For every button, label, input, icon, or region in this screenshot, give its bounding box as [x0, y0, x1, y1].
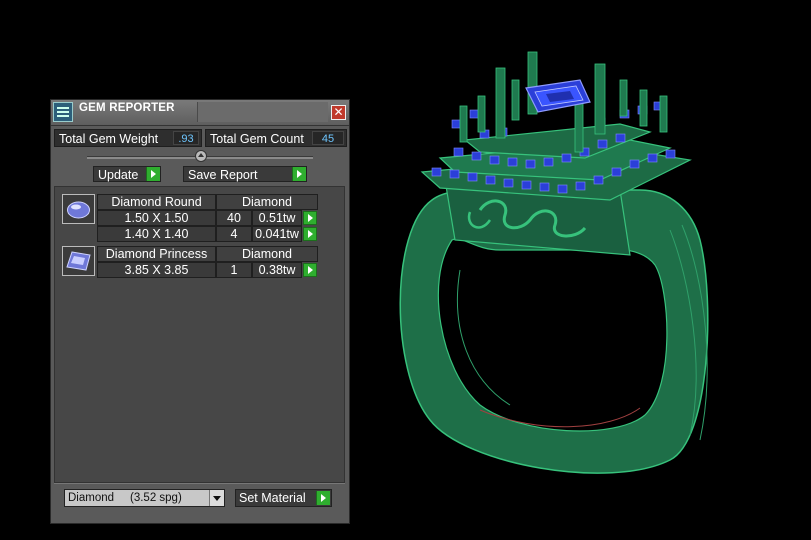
- update-play-icon[interactable]: [146, 167, 160, 181]
- gem-size-cell: 1.40 X 1.40: [97, 226, 216, 242]
- gem-count-cell: 1: [216, 262, 252, 278]
- gem-type-header: Diamond Round: [97, 194, 216, 210]
- total-gem-weight-value: .93: [173, 131, 199, 145]
- 3d-viewport[interactable]: [370, 40, 811, 510]
- set-material-label: Set Material: [239, 491, 306, 505]
- gem-list: Diamond Round Diamond 1.50 X 1.50 40 0.5…: [54, 186, 345, 483]
- gem-size-cell: 1.50 X 1.50: [97, 210, 216, 226]
- gem-count-cell: 40: [216, 210, 252, 226]
- gem-weight-cell: 0.38tw: [252, 262, 302, 278]
- save-report-label: Save Report: [188, 168, 258, 182]
- save-report-play-icon[interactable]: [292, 167, 306, 181]
- gem-size-cell: 3.85 X 3.85: [97, 262, 216, 278]
- total-gem-count-value: 45: [312, 131, 344, 145]
- update-label: Update: [98, 168, 139, 182]
- title-bar[interactable]: GEM REPORTER ✕: [51, 100, 349, 126]
- total-gem-count-label: Total Gem Count: [210, 132, 304, 146]
- chevron-down-icon[interactable]: [209, 490, 224, 506]
- footer-divider: [54, 483, 345, 484]
- gem-reporter-panel: GEM REPORTER ✕ Total Gem Weight .93 Tota…: [50, 99, 350, 524]
- slider-handle[interactable]: [195, 150, 207, 162]
- total-gem-weight: Total Gem Weight .93: [54, 129, 202, 147]
- round-gem-icon: [62, 194, 95, 224]
- select-gems-play-icon[interactable]: [303, 211, 317, 225]
- total-gem-weight-label: Total Gem Weight: [59, 132, 159, 146]
- gem-weight-cell: 0.51tw: [252, 210, 302, 226]
- gem-reporter-app-icon: [53, 102, 73, 122]
- gem-count-cell: 4: [216, 226, 252, 242]
- select-gems-play-icon[interactable]: [303, 263, 317, 277]
- window-title: GEM REPORTER: [79, 102, 175, 114]
- gem-weight-cell: 0.041tw: [252, 226, 302, 242]
- ring-model: [399, 51, 709, 474]
- update-button[interactable]: Update: [93, 166, 161, 182]
- select-gems-play-icon[interactable]: [303, 227, 317, 241]
- set-material-play-icon[interactable]: [316, 491, 330, 505]
- gem-material-header: Diamond: [216, 194, 318, 210]
- close-button[interactable]: ✕: [331, 105, 346, 120]
- total-gem-count: Total Gem Count 45: [205, 129, 347, 147]
- gem-type-header: Diamond Princess: [97, 246, 216, 262]
- gem-material-header: Diamond: [216, 246, 318, 262]
- material-select-value: Diamond (3.52 spg): [68, 492, 182, 504]
- material-select[interactable]: Diamond (3.52 spg): [64, 489, 225, 507]
- title-bar-segment: [197, 102, 328, 122]
- save-report-button[interactable]: Save Report: [183, 166, 307, 182]
- set-material-button[interactable]: Set Material: [235, 489, 332, 507]
- princess-gem-icon: [62, 246, 95, 276]
